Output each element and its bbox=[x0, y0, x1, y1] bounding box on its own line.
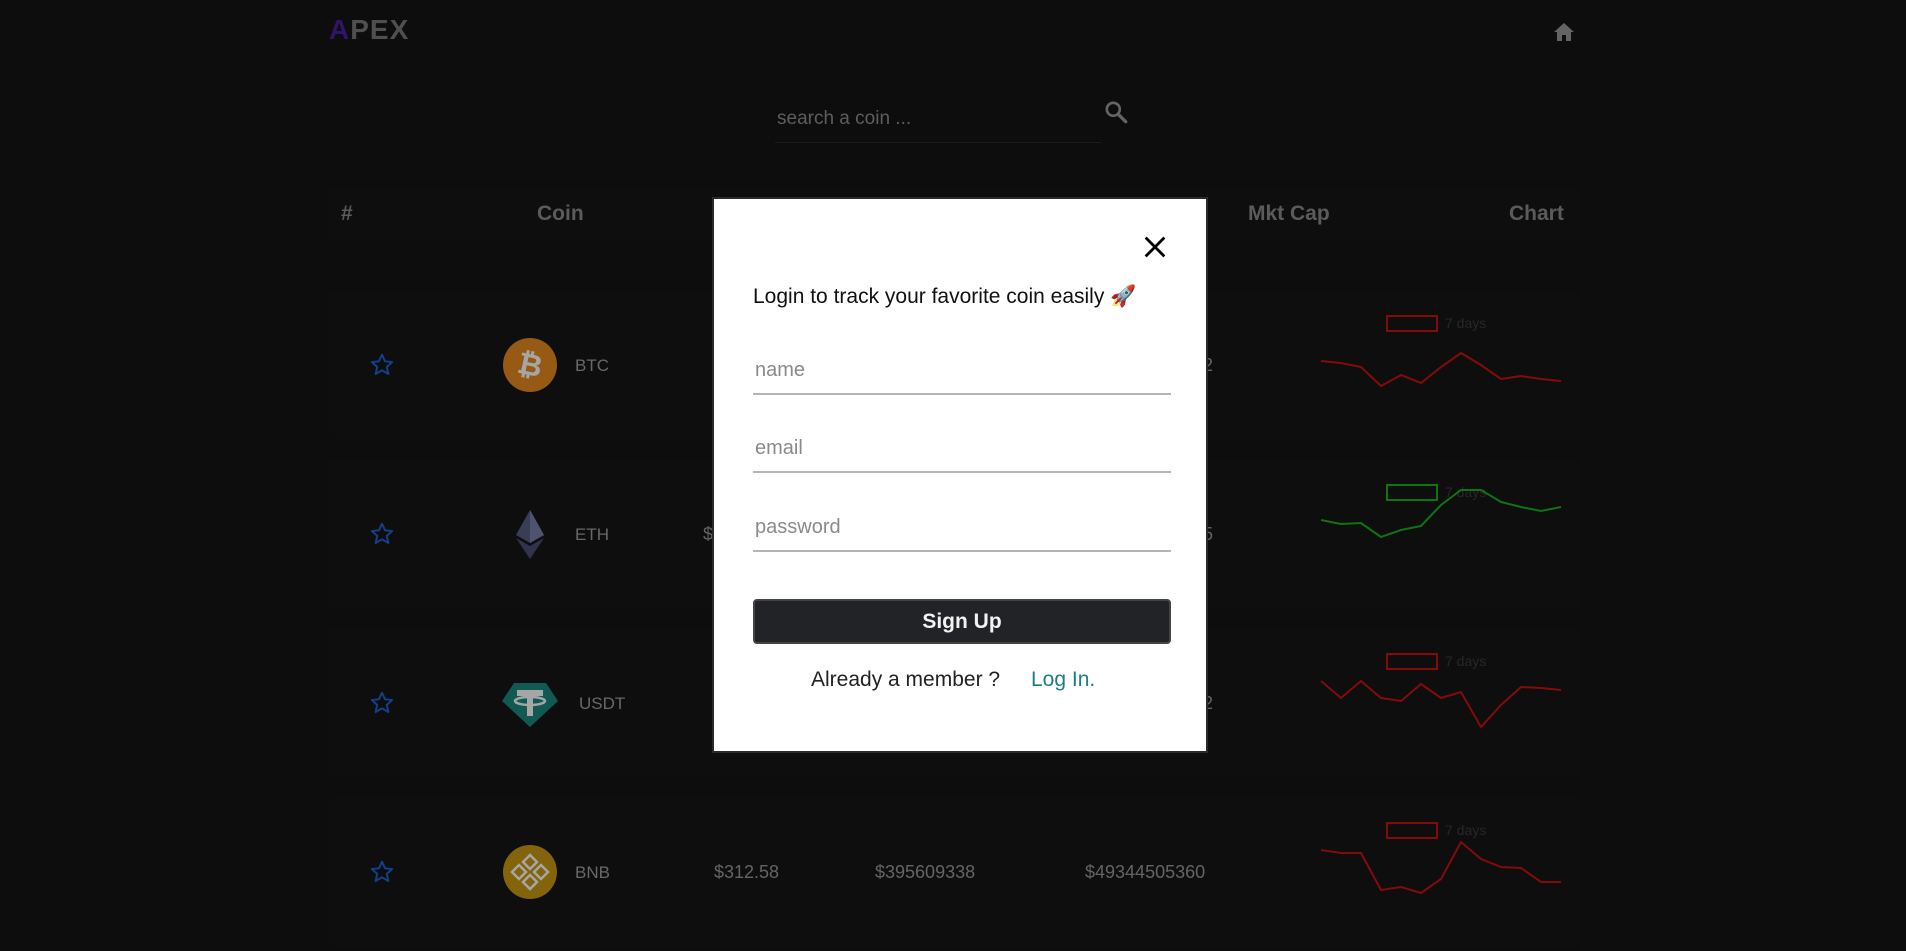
email-field[interactable] bbox=[753, 429, 1175, 467]
password-field-wrap bbox=[753, 506, 1175, 552]
log-in-link[interactable]: Log In. bbox=[1031, 668, 1095, 692]
password-field[interactable] bbox=[753, 508, 1175, 546]
already-member-text: Already a member ? bbox=[811, 668, 1001, 691]
name-field-wrap bbox=[753, 349, 1175, 395]
name-field[interactable] bbox=[753, 351, 1175, 389]
sign-up-button[interactable]: Sign Up bbox=[753, 599, 1171, 644]
modal-title: Login to track your favorite coin easily… bbox=[753, 285, 1137, 308]
email-field-wrap bbox=[753, 427, 1175, 473]
close-icon[interactable] bbox=[1141, 233, 1169, 261]
signup-modal: Login to track your favorite coin easily… bbox=[712, 197, 1208, 753]
